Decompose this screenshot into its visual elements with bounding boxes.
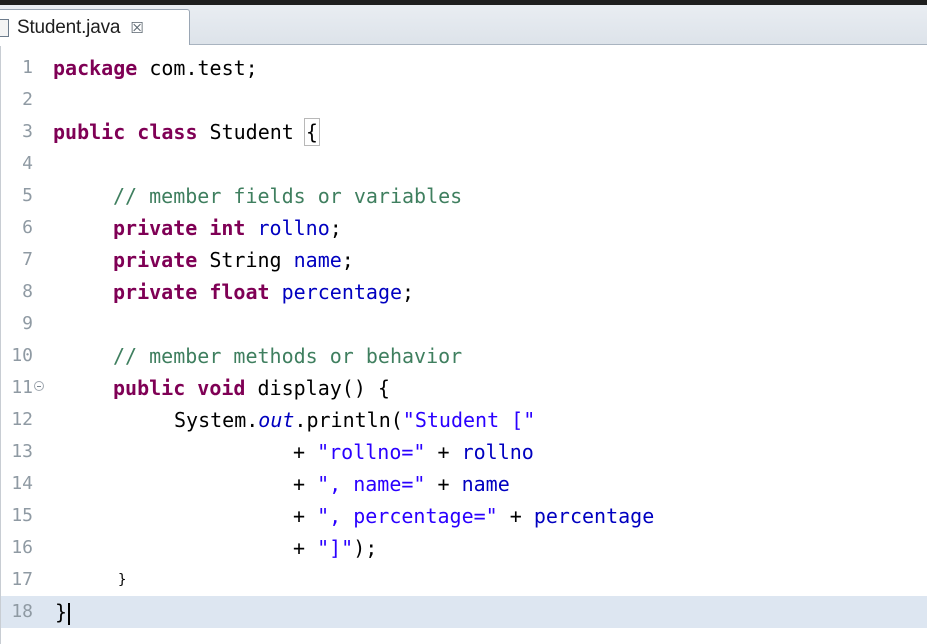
tab-student-java[interactable]: Student.java ☒ [0,9,190,45]
code-text: public void display() { [113,376,390,400]
code-comment: // member fields or variables [113,184,463,208]
line-number: 3 [22,121,33,142]
matching-brace-highlight: { [303,118,320,146]
line-number: 8 [22,281,33,302]
code-text: + ", percentage=" + percentage [293,504,655,528]
code-text: package com.test; [53,56,258,80]
code-line: 6 private int rollno; [1,212,927,244]
java-file-icon [0,18,9,37]
code-text: } [118,572,127,588]
line-number: 7 [22,249,33,270]
code-line: 17 } [1,564,927,596]
text-cursor [68,602,71,625]
line-number: 6 [22,217,33,238]
code-text: } [55,602,71,625]
editor-tab-bar: Student.java ☒ [0,5,927,45]
line-number: 5 [22,185,33,206]
line-number: 14 [11,473,33,494]
code-line: 2 [1,84,927,116]
line-number: 9 [22,313,33,334]
line-number: 16 [11,537,33,558]
code-line: 8 private float percentage; [1,276,927,308]
collapse-fold-icon[interactable] [34,381,44,391]
code-line: 5 // member fields or variables [1,180,927,212]
line-number: 17 [11,569,33,590]
code-comment: // member methods or behavior [113,344,463,368]
line-number: 15 [11,505,33,526]
code-text: private int rollno; [113,216,342,240]
code-line: 4 [1,148,927,180]
code-text: public class Student { [53,118,320,146]
code-text: + ", name=" + name [293,472,510,496]
line-number: 1 [22,57,33,78]
code-editor[interactable]: 1 package com.test; 2 3 public class Stu… [0,46,927,644]
code-line: 12 System.out.println("Student [" [1,404,927,436]
current-line-highlight: 18 } [1,596,927,628]
code-line: 11 public void display() { [1,372,927,404]
code-line: 13 + "rollno=" + rollno [1,436,927,468]
code-text: private String name; [113,248,354,272]
code-line: 14 + ", name=" + name [1,468,927,500]
code-line: 15 + ", percentage=" + percentage [1,500,927,532]
code-line: 16 + "]"); [1,532,927,564]
code-line: 7 private String name; [1,244,927,276]
line-number: 11 [11,377,33,398]
code-text: + "]"); [293,536,378,560]
code-line: 1 package com.test; [1,52,927,84]
line-number: 13 [11,441,33,462]
code-text: System.out.println("Student [" [174,408,536,432]
line-number: 12 [11,409,33,430]
line-number: 4 [22,153,33,174]
code-line: 10 // member methods or behavior [1,340,927,372]
close-tab-icon[interactable]: ☒ [130,19,143,37]
code-text: private float percentage; [113,280,415,304]
code-line: 9 [1,308,927,340]
code-text: + "rollno=" + rollno [293,440,534,464]
line-number: 18 [11,601,33,622]
code-line: 3 public class Student { [1,116,927,148]
line-number: 2 [22,89,33,110]
tab-label: Student.java [17,16,121,38]
line-number: 10 [11,345,33,366]
